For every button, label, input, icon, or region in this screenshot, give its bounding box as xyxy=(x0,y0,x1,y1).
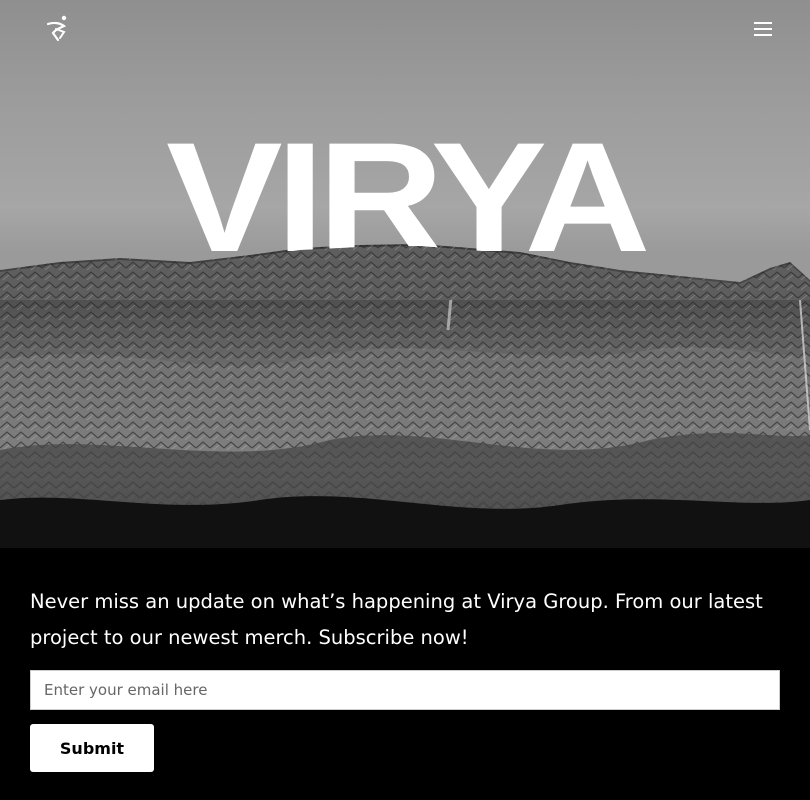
newsletter-section: Never miss an update on what’s happening… xyxy=(30,584,780,656)
hamburger-menu-icon[interactable] xyxy=(752,20,774,40)
hero-foreground-mountain xyxy=(0,246,810,300)
email-input[interactable] xyxy=(30,670,780,710)
logo-icon[interactable] xyxy=(44,14,70,42)
dancing-figure-logo-icon xyxy=(46,15,67,42)
hero-section: VIRYA xyxy=(0,0,810,548)
newsletter-message: Never miss an update on what’s happening… xyxy=(30,590,763,649)
submit-button[interactable]: Submit xyxy=(30,724,154,772)
